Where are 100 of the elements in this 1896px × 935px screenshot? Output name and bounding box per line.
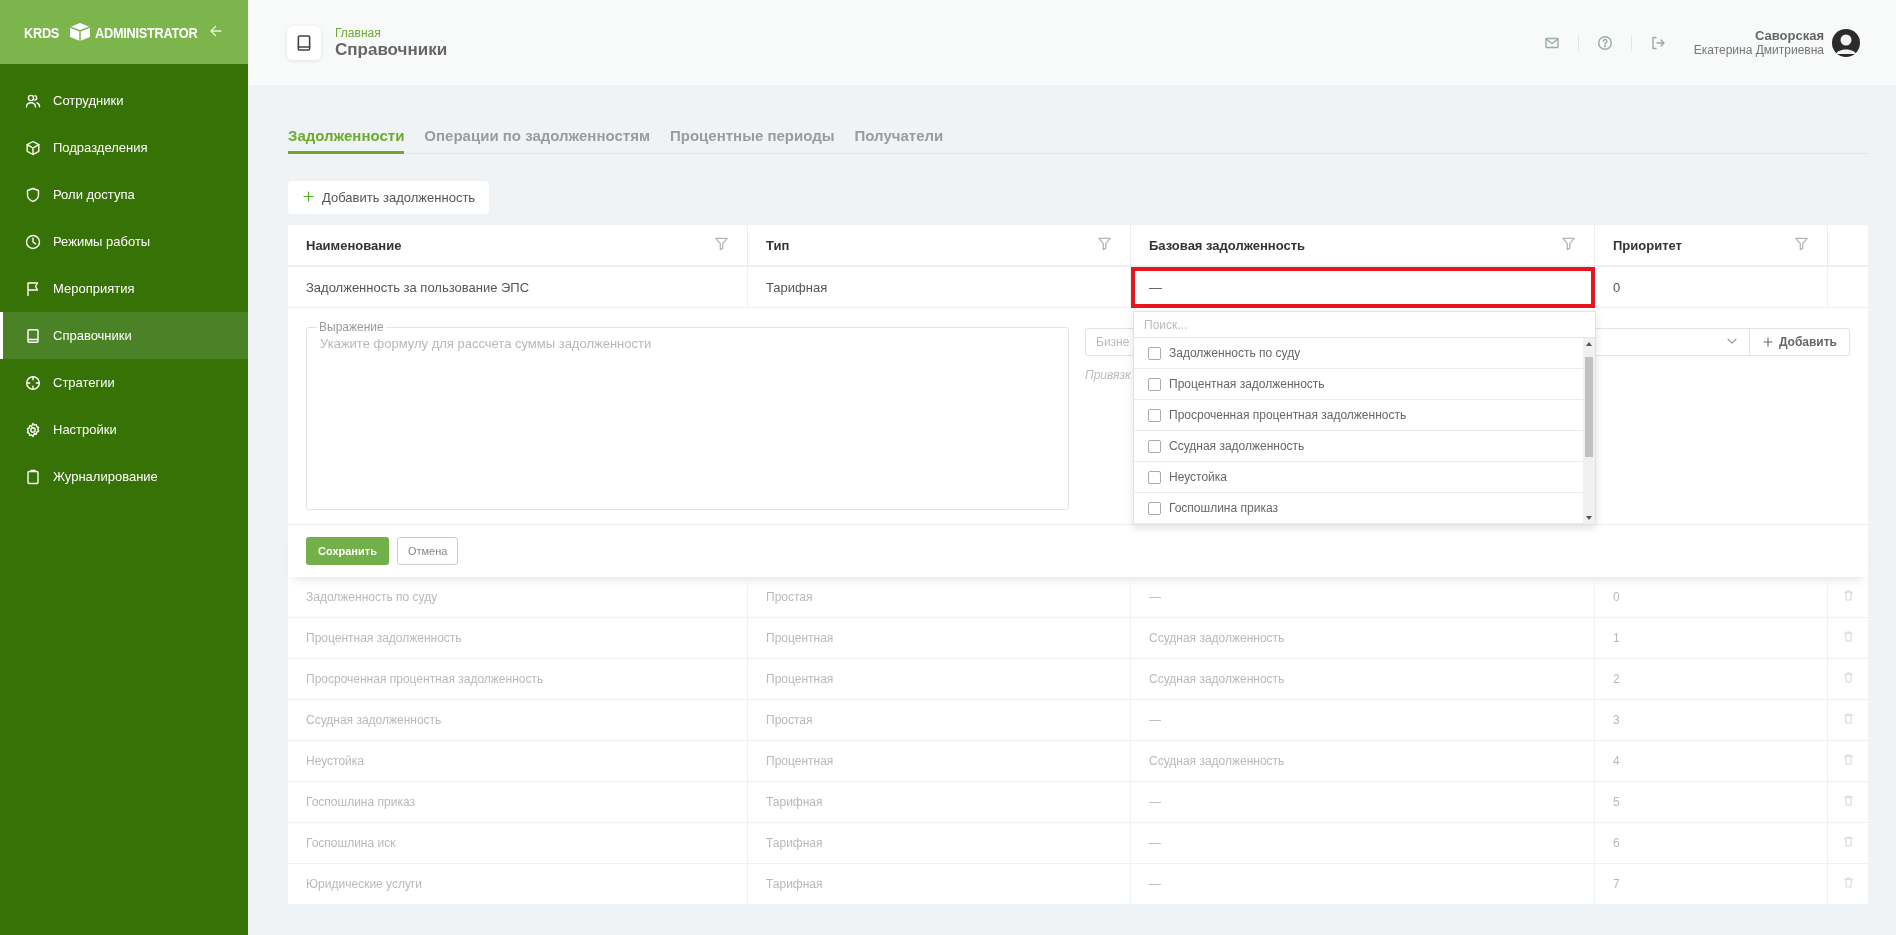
table-cell: Процентная (748, 741, 1131, 782)
dropdown-option[interactable]: Госпошлина приказ (1134, 493, 1583, 524)
sidebar-item[interactable]: Сотрудники (0, 77, 248, 124)
table-cell: Ссудная задолженность (1131, 618, 1595, 659)
scroll-down-icon[interactable] (1585, 515, 1593, 521)
scrollbar[interactable] (1583, 338, 1595, 524)
table-cell: Просроченная процентная задолженность (288, 659, 748, 700)
cube-icon (25, 139, 41, 156)
table-cell: Тарифная (748, 782, 1131, 823)
add-button[interactable]: Добавить (1749, 328, 1850, 356)
help-icon (1596, 34, 1613, 51)
table-cell: Тарифная (748, 267, 1131, 308)
table-cell: Ссудная задолженность (1131, 659, 1595, 700)
dropdown-option[interactable]: Просроченная процентная задолженность (1134, 400, 1583, 431)
table-cell: 0 (1595, 267, 1828, 308)
cancel-button[interactable]: Отмена (396, 537, 459, 565)
table-cell: Процентная (748, 659, 1131, 700)
table-cell: 2 (1595, 659, 1828, 700)
column-header: Тип (748, 225, 1131, 267)
plus-icon (1761, 336, 1774, 348)
table-cell: Ссудная задолженность (288, 700, 748, 741)
avatar[interactable] (1832, 28, 1860, 57)
dropdown-option[interactable]: Задолженность по суду (1134, 338, 1583, 369)
sidebar-item[interactable]: Мероприятия (0, 265, 248, 312)
table-cell: 7 (1595, 864, 1828, 905)
crosshair-icon (25, 374, 41, 391)
table-cell: 4 (1595, 741, 1828, 782)
column-header: Базовая задолженность (1131, 225, 1595, 267)
table-cell: Юридические услуги (288, 864, 748, 905)
trash-icon (1841, 630, 1855, 643)
filter-icon (714, 236, 729, 251)
logo-text: ADMINISTRATOR (95, 23, 198, 41)
scroll-up-icon[interactable] (1585, 341, 1593, 347)
table-cell: 1 (1595, 618, 1828, 659)
table-cell: 3 (1595, 700, 1828, 741)
user-surname: Саворская (1754, 28, 1824, 43)
dropdown-option[interactable]: Процентная задолженность (1134, 369, 1583, 400)
sidebar-item[interactable]: Роли доступа (0, 171, 248, 218)
flag-icon (25, 280, 41, 297)
filter-icon (1794, 236, 1809, 251)
gear-icon (25, 421, 41, 438)
table-cell: — (1131, 864, 1595, 905)
table-cell: Госпошлина приказ (288, 782, 748, 823)
table-cell: — (1131, 782, 1595, 823)
trash-icon (1841, 712, 1855, 725)
table-cell: Процентная задолженность (288, 618, 748, 659)
table-cell: — (1131, 823, 1595, 864)
shield-icon (25, 186, 41, 203)
checkbox[interactable] (1148, 377, 1161, 391)
table-cell: Процентная (748, 618, 1131, 659)
clock-icon (25, 233, 41, 250)
add-debt-button[interactable]: Добавить задолженность (288, 181, 490, 214)
sidebar-item[interactable]: Настройки (0, 406, 248, 453)
table-cell: Ссудная задолженность (1131, 741, 1595, 782)
checkbox[interactable] (1148, 439, 1161, 453)
plus-icon (302, 189, 315, 203)
book-icon (25, 327, 41, 344)
trash-icon (1841, 589, 1855, 602)
highlighted-cell[interactable]: — (1131, 267, 1595, 308)
table-cell: 6 (1595, 823, 1828, 864)
table-cell: Задолженность за пользование ЭПС (288, 267, 748, 308)
clipboard-icon (25, 468, 41, 485)
trash-icon (1841, 753, 1855, 766)
hint-text: Привязк (1085, 368, 1132, 382)
sidebar-item[interactable]: Стратегии (0, 359, 248, 406)
dropdown-option[interactable]: Неустойка (1134, 462, 1583, 493)
checkbox[interactable] (1148, 470, 1161, 484)
sidebar-item[interactable]: Режимы работы (0, 218, 248, 265)
checkbox[interactable] (1148, 346, 1161, 360)
dropdown-option[interactable]: Ссудная задолженность (1134, 431, 1583, 462)
sidebar-item[interactable]: Журналирование (0, 453, 248, 500)
search-field[interactable]: Поиск... (1134, 312, 1595, 338)
book-icon (295, 33, 313, 52)
field-label: Выражение (318, 320, 385, 334)
logout-icon (1649, 34, 1666, 51)
users-icon (25, 92, 41, 109)
trash-icon (1841, 835, 1855, 848)
placeholder-text: Укажите формулу для рассчета суммы задолженности (320, 336, 652, 351)
table-cell: Неустойка (288, 741, 748, 782)
table-cell: Простая (748, 700, 1131, 741)
trash-icon (1841, 794, 1855, 807)
column-header: Приоритет (1595, 225, 1828, 267)
column-header: Наименование (288, 225, 748, 267)
page-title: Справочники (335, 39, 448, 60)
table-cell: — (1131, 700, 1595, 741)
checkbox[interactable] (1148, 501, 1161, 515)
trash-icon (1841, 671, 1855, 684)
table-cell: Госпошлина иск (288, 823, 748, 864)
table-cell: Тарифная (748, 864, 1131, 905)
box-logo-icon (68, 22, 93, 42)
sidebar-item[interactable]: Подразделения (0, 124, 248, 171)
filter-icon (1097, 236, 1112, 251)
logo-text: KRDS (24, 23, 60, 41)
checkbox[interactable] (1148, 408, 1161, 422)
trash-icon (1841, 876, 1855, 889)
table-cell: Задолженность по суду (288, 577, 748, 618)
sidebar-item[interactable]: Справочники (0, 312, 248, 359)
table-cell: Простая (748, 577, 1131, 618)
filter-icon (1561, 236, 1576, 251)
table-cell: 5 (1595, 782, 1828, 823)
